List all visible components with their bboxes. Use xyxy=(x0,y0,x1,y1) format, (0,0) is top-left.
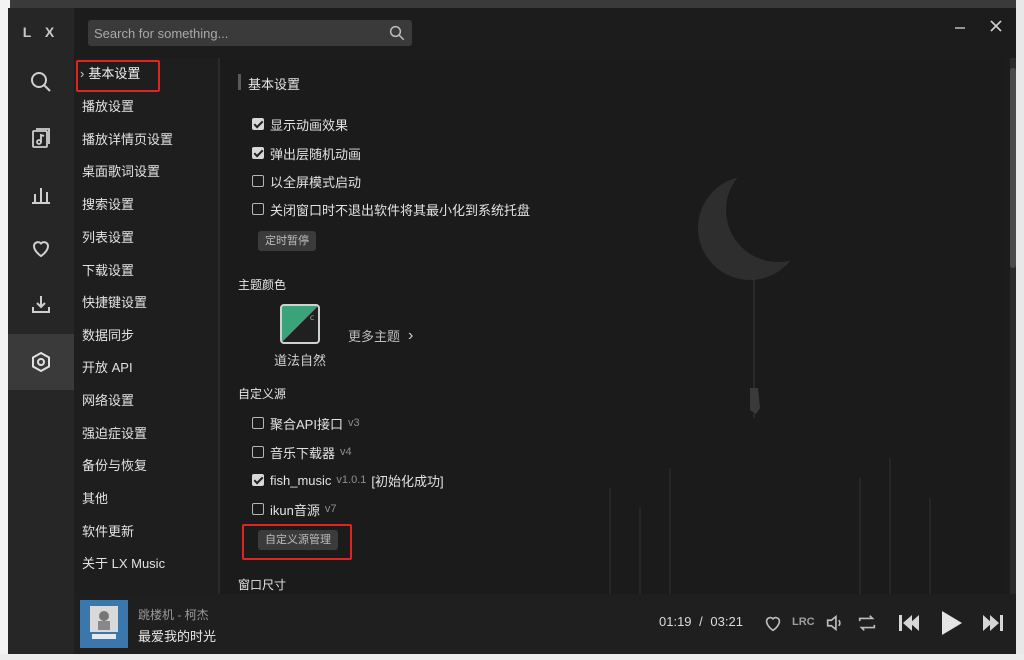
checkbox-box xyxy=(252,118,264,130)
settings-menu: › 基本设置 播放设置 播放详情页设置 桌面歌词设置 搜索设置 列表设置 下载设置… xyxy=(74,58,218,594)
settings-menu-item-play[interactable]: 播放设置 xyxy=(82,95,134,119)
settings-menu-item-open-api[interactable]: 开放 API xyxy=(82,356,133,380)
settings-menu-item-network[interactable]: 网络设置 xyxy=(82,389,134,413)
app-logo: L X xyxy=(22,24,60,40)
theme-swatch[interactable]: C xyxy=(280,304,320,344)
song-title: 跳楼机 - 柯杰 xyxy=(138,608,209,622)
app-window: L X ›基本设置 播放设置 xyxy=(8,8,1016,654)
svg-text:C: C xyxy=(310,315,314,322)
settings-menu-item-about[interactable]: 关于 LX Music xyxy=(82,552,165,576)
heart-icon[interactable] xyxy=(762,612,784,634)
settings-menu-item-desktop-lyric[interactable]: 桌面歌词设置 xyxy=(82,160,160,184)
settings-menu-item-other[interactable]: 其他 xyxy=(82,487,108,511)
settings-menu-item-update[interactable]: 软件更新 xyxy=(82,520,134,544)
nav-download[interactable] xyxy=(8,278,74,330)
next-track-icon[interactable] xyxy=(978,608,1008,638)
window-size-title: 窗口尺寸 xyxy=(238,578,287,592)
settings-menu-item-basic[interactable]: › 基本设置 xyxy=(80,62,140,86)
previous-track-icon[interactable] xyxy=(894,608,924,638)
current-time: 01:19 xyxy=(659,614,692,629)
settings-menu-item-play-detail[interactable]: 播放详情页设置 xyxy=(82,128,173,152)
left-navigation: L X xyxy=(8,8,74,654)
theme-name: 道法自然 xyxy=(274,353,327,368)
checkbox-box xyxy=(252,446,264,458)
checkbox-show-animation[interactable]: 显示动画效果 xyxy=(252,113,348,135)
checkbox-source-fish-music[interactable]: fish_music v1.0.1 [初始化成功] xyxy=(252,469,444,491)
desktop-bottom-edge xyxy=(0,654,1024,660)
player-bar: 跳楼机 - 柯杰 最爱我的时光 01:19 / 03:21 LRC xyxy=(74,594,1016,654)
nav-favorites[interactable] xyxy=(8,222,74,274)
settings-menu-item-sync[interactable]: 数据同步 xyxy=(82,324,134,348)
top-bar xyxy=(74,8,1016,58)
chevron-right-icon: › xyxy=(80,66,85,81)
settings-menu-item-list[interactable]: 列表设置 xyxy=(82,226,134,250)
nav-leaderboard[interactable] xyxy=(8,168,74,220)
checkbox-minimize-to-tray[interactable]: 关闭窗口时不退出软件将其最小化到系统托盘 xyxy=(252,198,530,220)
theme-title: 主题颜色 xyxy=(238,278,287,292)
heart-icon xyxy=(32,241,50,258)
checkbox-source-ikun[interactable]: ikun音源 v7 xyxy=(252,498,336,520)
section-bar xyxy=(238,74,241,90)
play-time: 01:19 / 03:21 xyxy=(659,614,743,629)
checkbox-box xyxy=(252,417,264,429)
song-subtitle: 最爱我的时光 xyxy=(138,629,217,644)
checkbox-random-popup-animation[interactable]: 弹出层随机动画 xyxy=(252,142,361,164)
theme-preview-icon: C xyxy=(282,306,318,342)
checkbox-box xyxy=(252,474,264,486)
settings-content: 基本设置 显示动画效果 弹出层随机动画 以全屏模式启动 关闭窗口时不退出软件将其… xyxy=(220,58,1004,594)
gear-icon xyxy=(32,351,50,373)
checkbox-box xyxy=(252,147,264,159)
basic-settings-title: 基本设置 xyxy=(248,77,301,92)
custom-source-manage-button[interactable]: 自定义源管理 xyxy=(258,530,338,550)
chart-icon xyxy=(32,188,50,204)
lrc-toggle[interactable]: LRC xyxy=(792,616,815,628)
nav-settings[interactable] xyxy=(8,334,74,390)
checkbox-box xyxy=(252,503,264,515)
scrollbar-thumb[interactable] xyxy=(1010,68,1016,268)
custom-source-title: 自定义源 xyxy=(238,387,287,401)
settings-menu-item-download[interactable]: 下载设置 xyxy=(82,259,134,283)
search-icon[interactable] xyxy=(388,24,406,42)
volume-icon[interactable] xyxy=(824,612,846,634)
minimize-icon[interactable] xyxy=(950,16,970,36)
more-themes-link[interactable]: 更多主题 › xyxy=(348,326,413,345)
download-icon xyxy=(32,296,50,313)
checkbox-source-music-downloader[interactable]: 音乐下载器 v4 xyxy=(252,441,352,463)
search-icon xyxy=(31,72,51,92)
moon-background-illustration xyxy=(609,158,931,594)
checkbox-box xyxy=(252,175,264,187)
music-playlist-icon xyxy=(32,128,50,148)
time-separator: / xyxy=(699,614,703,629)
close-icon[interactable] xyxy=(986,16,1006,36)
play-icon[interactable] xyxy=(934,606,968,640)
album-art-image xyxy=(80,600,128,648)
settings-menu-item-search[interactable]: 搜索设置 xyxy=(82,193,134,217)
checkbox-box xyxy=(252,203,264,215)
desktop-top-edge xyxy=(0,0,1024,8)
search-input[interactable] xyxy=(88,20,378,46)
checkbox-fullscreen-start[interactable]: 以全屏模式启动 xyxy=(252,170,361,192)
repeat-icon[interactable] xyxy=(856,612,878,634)
total-time: 03:21 xyxy=(710,614,743,629)
nav-song-list[interactable] xyxy=(8,112,74,164)
timer-pause-button[interactable]: 定时暂停 xyxy=(258,231,316,251)
desktop-right-edge xyxy=(1016,0,1024,660)
settings-menu-item-backup[interactable]: 备份与恢复 xyxy=(82,454,147,478)
checkbox-source-aggregate-api[interactable]: 聚合API接口 v3 xyxy=(252,412,360,434)
search-box xyxy=(88,20,412,46)
album-cover[interactable] xyxy=(80,600,128,648)
settings-menu-item-hotkey[interactable]: 快捷键设置 xyxy=(82,291,147,315)
nav-search[interactable] xyxy=(8,56,74,108)
chevron-right-icon: › xyxy=(408,326,414,344)
settings-menu-item-ocd[interactable]: 强迫症设置 xyxy=(82,422,147,446)
